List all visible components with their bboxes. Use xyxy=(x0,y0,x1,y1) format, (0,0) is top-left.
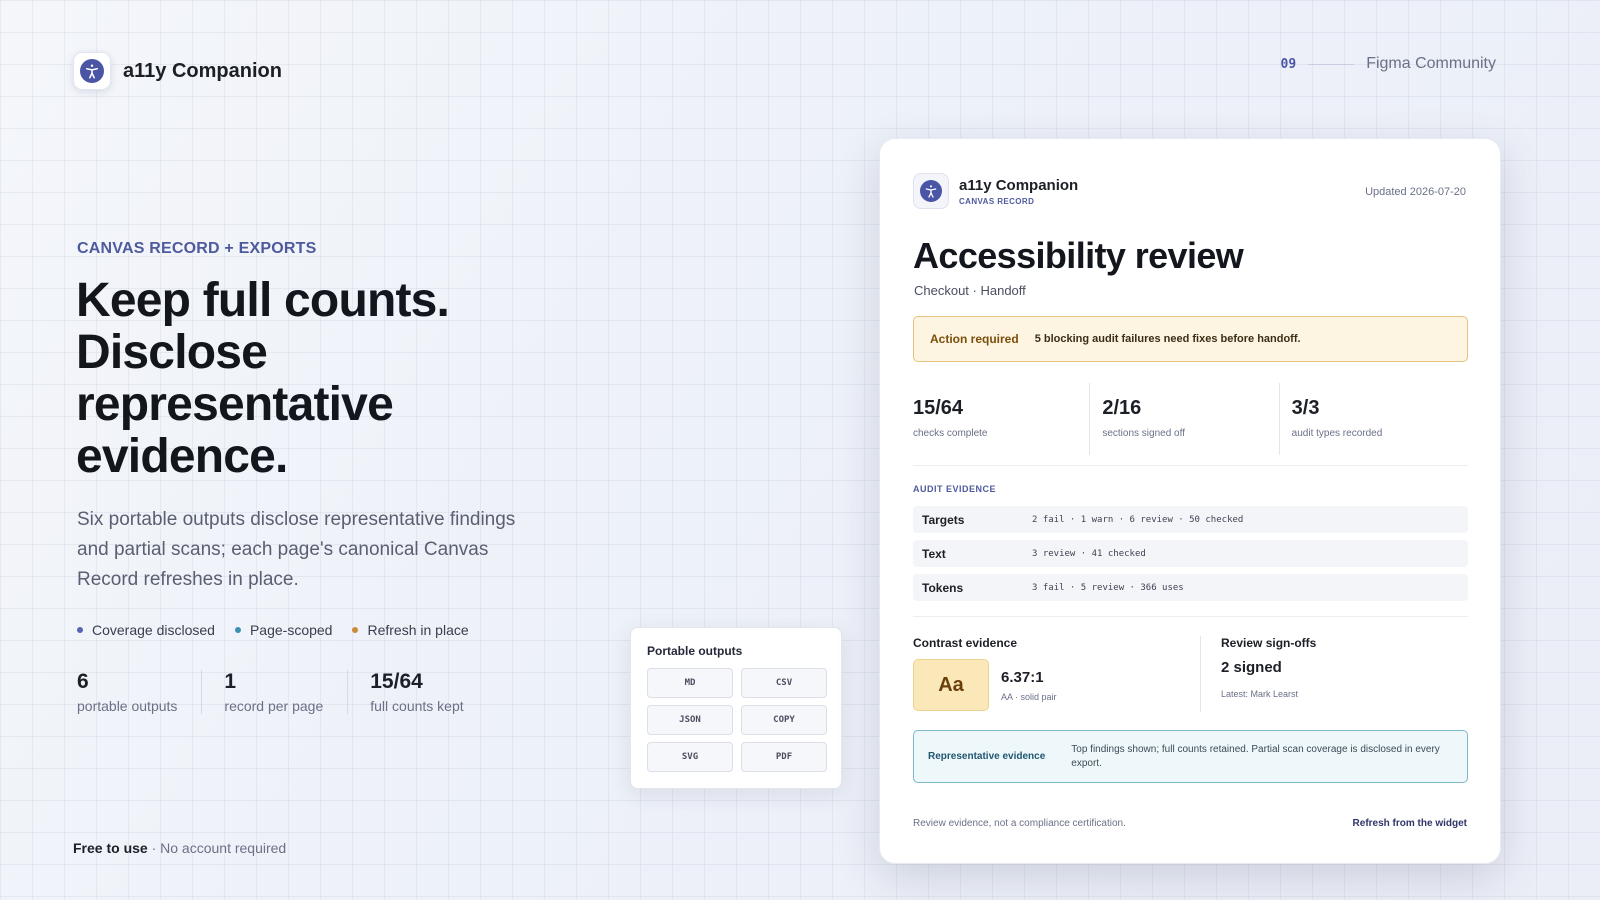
audit-evidence-title: AUDIT EVIDENCE xyxy=(913,484,997,494)
kpi-label: sections signed off xyxy=(1102,428,1185,439)
evidence-name: Tokens xyxy=(922,580,964,595)
pricing-rest: · No account required xyxy=(147,840,287,856)
divider xyxy=(1200,636,1201,712)
evidence-summary: 3 review · 41 checked xyxy=(1032,548,1146,559)
chip-label: Refresh in place xyxy=(367,622,469,638)
chip-coverage: Coverage disclosed xyxy=(77,622,215,638)
kpi-checks: 15/64 checks complete xyxy=(913,383,1089,455)
contrast-note: AA · solid pair xyxy=(1001,692,1057,702)
copy-button[interactable]: COPY xyxy=(741,705,827,735)
export-csv-button[interactable]: CSV xyxy=(741,668,827,698)
headline: Keep full counts. Disclose representativ… xyxy=(76,274,450,483)
stat-outputs: 6 portable outputs xyxy=(77,670,201,714)
review-header: a11y Companion CANVAS RECORD xyxy=(913,173,1078,209)
chip-dot xyxy=(352,627,359,633)
stat-value: 15/64 xyxy=(370,670,423,693)
evidence-name: Targets xyxy=(922,512,965,527)
evidence-summary: 2 fail · 1 warn · 6 review · 50 checked xyxy=(1032,514,1244,525)
kpi-label: checks complete xyxy=(913,428,988,439)
refresh-link[interactable]: Refresh from the widget xyxy=(1353,818,1467,829)
community-label: Figma Community xyxy=(1366,55,1496,72)
review-card: a11y Companion CANVAS RECORD Updated 202… xyxy=(879,138,1501,864)
stat-value: 1 xyxy=(224,670,237,693)
action-required-alert: Action required 5 blocking audit failure… xyxy=(913,316,1468,362)
updated-date: Updated 2026-07-20 xyxy=(1365,186,1466,198)
contrast-evidence-title: Contrast evidence xyxy=(913,636,1018,650)
stat-label: full counts kept xyxy=(370,698,464,714)
evidence-summary: 3 fail · 5 review · 366 uses xyxy=(1032,582,1184,593)
outputs-grid: MD CSV JSON COPY SVG PDF xyxy=(647,668,827,772)
evidence-row-targets: Targets 2 fail · 1 warn · 6 review · 50 … xyxy=(913,506,1468,533)
export-svg-button[interactable]: SVG xyxy=(647,742,733,772)
stat-value: 6 xyxy=(77,670,89,693)
chip-dot xyxy=(234,627,241,633)
evidence-row-text: Text 3 review · 41 checked xyxy=(913,540,1468,567)
kpi-label: audit types recorded xyxy=(1291,428,1383,439)
divider xyxy=(913,465,1468,466)
accessibility-icon xyxy=(920,180,942,202)
signoffs-latest: Latest: Mark Learst xyxy=(1221,689,1299,699)
accessibility-icon xyxy=(80,59,104,83)
portable-outputs-card: Portable outputs MD CSV JSON COPY SVG PD… xyxy=(630,627,842,789)
signoffs-title: Review sign-offs xyxy=(1221,636,1317,650)
alert-text: 5 blocking audit failures need fixes bef… xyxy=(1034,333,1301,345)
evidence-name: Text xyxy=(922,546,946,561)
kpi-value: 3/3 xyxy=(1291,397,1320,419)
brand-logo xyxy=(73,52,111,90)
divider xyxy=(913,616,1468,617)
feature-chips: Coverage disclosed Page-scoped Refresh i… xyxy=(77,622,469,638)
export-pdf-button[interactable]: PDF xyxy=(741,742,827,772)
audit-evidence-list: Targets 2 fail · 1 warn · 6 review · 50 … xyxy=(913,506,1468,608)
divider xyxy=(1308,63,1355,65)
rep-label: Representative evidence xyxy=(928,751,1046,762)
stat-records: 1 record per page xyxy=(201,670,347,714)
alert-label: Action required xyxy=(930,332,1019,346)
export-md-button[interactable]: MD xyxy=(647,668,733,698)
signoffs-count: 2 signed xyxy=(1221,659,1282,676)
stat-label: record per page xyxy=(224,698,324,714)
kpi-value: 2/16 xyxy=(1102,397,1142,419)
brand: a11y Companion xyxy=(73,52,282,90)
pricing-note: Free to use · No account required xyxy=(73,840,286,856)
review-disclaimer: Review evidence, not a compliance certif… xyxy=(913,818,1126,829)
export-json-button[interactable]: JSON xyxy=(647,705,733,735)
evidence-row-tokens: Tokens 3 fail · 5 review · 366 uses xyxy=(913,574,1468,601)
hero-stats: 6 portable outputs 1 record per page 15/… xyxy=(77,670,488,714)
chip-label: Coverage disclosed xyxy=(92,622,215,638)
chip-page-scoped: Page-scoped xyxy=(234,622,333,638)
chip-label: Page-scoped xyxy=(249,622,333,638)
review-logo xyxy=(913,173,949,209)
pricing-strong: Free to use xyxy=(73,840,148,856)
representative-evidence-note: Representative evidence Top findings sho… xyxy=(913,730,1468,783)
kpi-value: 15/64 xyxy=(913,397,964,419)
page-number: 09 xyxy=(1280,56,1297,72)
kpi-sections: 2/16 sections signed off xyxy=(1089,383,1278,455)
contrast-sample-swatch: Aa xyxy=(913,659,989,711)
slide-meta: 09 Figma Community xyxy=(1281,55,1496,73)
review-title: Accessibility review xyxy=(913,235,1244,276)
rep-text: Top findings shown; full counts retained… xyxy=(1071,743,1440,769)
contrast-ratio: 6.37:1 xyxy=(1001,669,1044,686)
review-app-name: a11y Companion xyxy=(959,176,1079,194)
stat-label: portable outputs xyxy=(77,698,178,714)
chip-dot xyxy=(77,627,83,633)
outputs-title: Portable outputs xyxy=(647,644,743,658)
brand-name: a11y Companion xyxy=(123,59,282,82)
eyebrow: CANVAS RECORD + EXPORTS xyxy=(77,240,317,257)
chip-refresh: Refresh in place xyxy=(352,622,469,638)
review-kpis: 15/64 checks complete 2/16 sections sign… xyxy=(913,383,1468,455)
kpi-audit-types: 3/3 audit types recorded xyxy=(1278,383,1468,455)
review-subtitle: Checkout · Handoff xyxy=(914,283,1026,298)
stat-counts: 15/64 full counts kept xyxy=(347,670,487,714)
lead-text: Six portable outputs disclose representa… xyxy=(77,509,516,590)
review-app-tag: CANVAS RECORD xyxy=(959,196,1035,206)
